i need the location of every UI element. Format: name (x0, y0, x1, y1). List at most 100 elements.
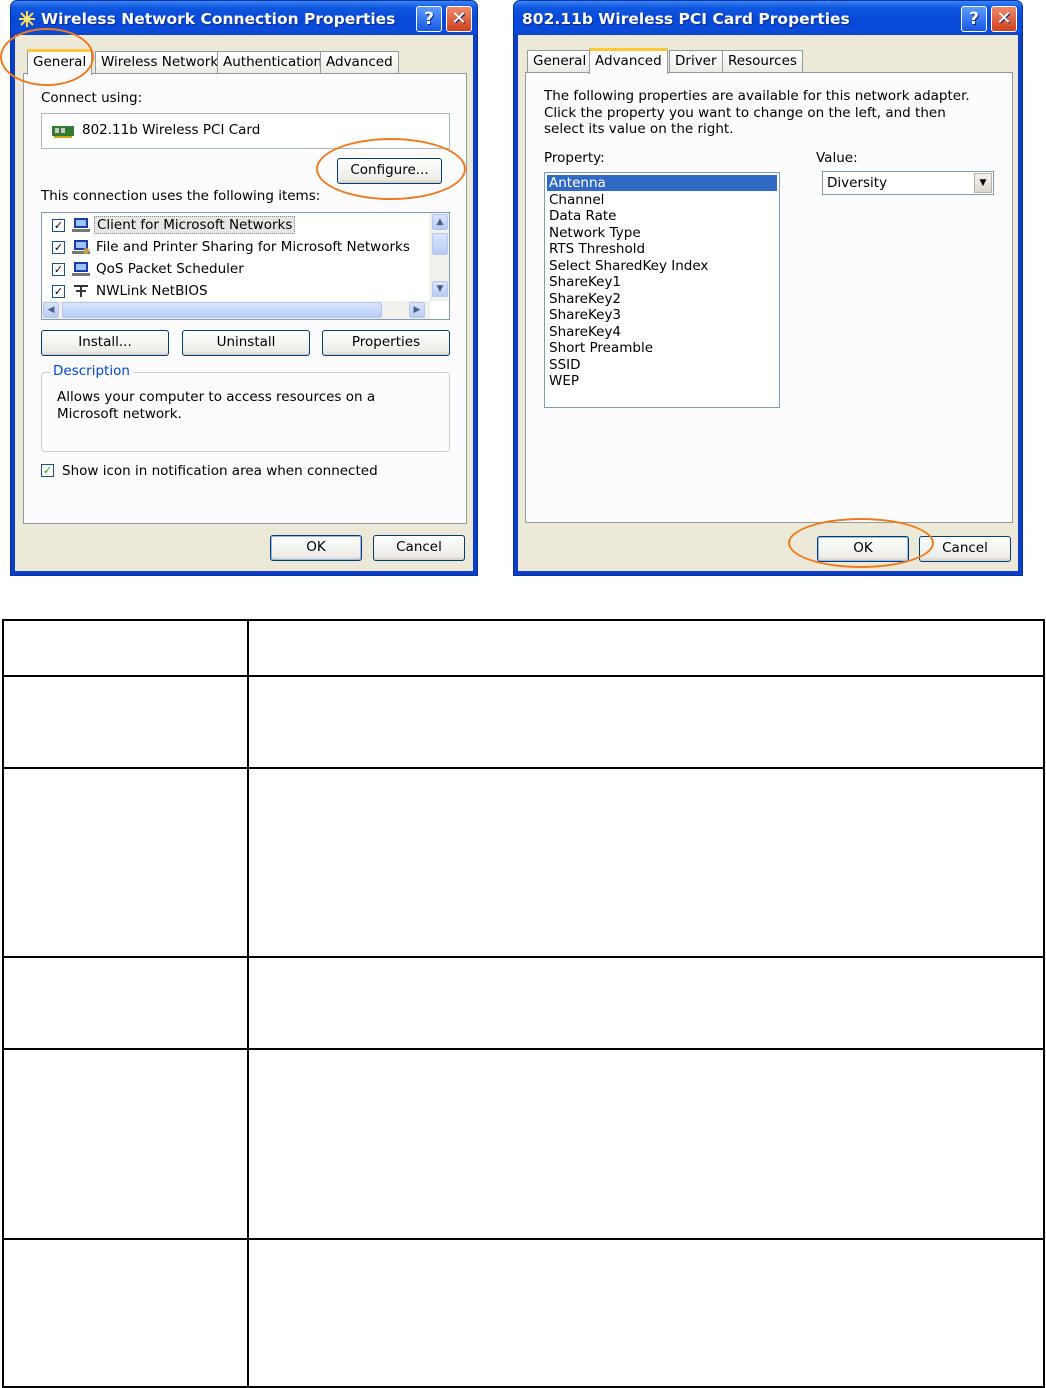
cancel-button-label: Cancel (396, 539, 442, 555)
show-icon-checkbox[interactable]: ✓ (41, 464, 54, 477)
property-label: Property: (544, 150, 605, 166)
help-button[interactable]: ? (416, 6, 442, 32)
connect-using-label: Connect using: (41, 90, 143, 106)
scroll-thumb[interactable] (432, 233, 448, 255)
components-list[interactable]: ✓ Client for Microsoft Networks ✓ File a… (41, 212, 450, 320)
window-title: Wireless Network Connection Properties (41, 10, 396, 28)
list-item[interactable]: ✓ QoS Packet Scheduler (50, 260, 430, 280)
value-label: Value: (816, 150, 858, 166)
items-label: This connection uses the following items… (41, 188, 321, 204)
vertical-scrollbar[interactable]: ▲ ▼ (430, 213, 449, 301)
configure-button[interactable]: Configure... (337, 158, 442, 184)
ok-button[interactable]: OK (817, 536, 909, 562)
connection-properties-window: Wireless Network Connection Properties ?… (10, 0, 478, 576)
table-cell (247, 675, 1045, 769)
tab-general[interactable]: General (27, 49, 93, 75)
list-item[interactable]: ✓ NWLink NetBIOS (50, 282, 430, 302)
cancel-button[interactable]: Cancel (373, 535, 465, 561)
uninstall-button[interactable]: Uninstall (182, 330, 310, 356)
list-item[interactable]: Channel (549, 192, 604, 208)
list-item[interactable]: SSID (549, 357, 581, 373)
scroll-up-icon[interactable]: ▲ (432, 214, 448, 230)
description-group: Description Allows your computer to acce… (41, 363, 450, 452)
table-cell (2, 767, 249, 958)
tab-driver[interactable]: Driver (669, 50, 723, 72)
adapter-name: 802.11b Wireless PCI Card (82, 122, 261, 138)
list-item[interactable]: ShareKey1 (549, 274, 621, 290)
cancel-button[interactable]: Cancel (919, 536, 1011, 562)
list-item-label: NWLink NetBIOS (96, 283, 208, 299)
value-dropdown[interactable]: Diversity ▼ (822, 171, 994, 195)
chevron-down-icon[interactable]: ▼ (974, 173, 992, 193)
scroll-left-icon[interactable]: ◀ (43, 302, 59, 318)
list-item[interactable]: ✓ Client for Microsoft Networks (50, 216, 430, 236)
ok-button-label: OK (853, 540, 873, 556)
list-item[interactable]: Data Rate (549, 208, 616, 224)
checkbox[interactable]: ✓ (52, 241, 65, 254)
table-cell (2, 619, 249, 677)
table-cell (247, 619, 1045, 677)
network-card-icon (52, 126, 74, 138)
dialog-body: General Wireless Networks Authentication… (15, 35, 473, 571)
list-item[interactable]: ShareKey2 (549, 291, 621, 307)
tab-advanced[interactable]: Advanced (589, 48, 668, 74)
list-item[interactable]: Antenna (547, 175, 777, 191)
list-item[interactable]: Network Type (549, 225, 641, 241)
intro-text: The following properties are available f… (544, 88, 970, 137)
uninstall-button-label: Uninstall (216, 334, 276, 350)
property-list[interactable]: Antenna Channel Data Rate Network Type R… (544, 172, 780, 408)
list-item[interactable]: Select SharedKey Index (549, 258, 708, 274)
protocol-icon (74, 285, 88, 297)
cancel-button-label: Cancel (942, 540, 988, 556)
table-cell (247, 956, 1045, 1050)
description-legend: Description (50, 363, 133, 379)
checkbox[interactable]: ✓ (52, 285, 65, 298)
table-cell (247, 1238, 1045, 1388)
horizontal-scrollbar[interactable]: ◀ ▶ (42, 301, 430, 319)
list-item[interactable]: Short Preamble (549, 340, 653, 356)
checkbox[interactable]: ✓ (52, 263, 65, 276)
scroll-right-icon[interactable]: ▶ (409, 302, 425, 318)
list-item[interactable]: ShareKey4 (549, 324, 621, 340)
help-button[interactable]: ? (961, 6, 987, 32)
tab-general[interactable]: General (527, 50, 593, 72)
ok-button[interactable]: OK (270, 535, 362, 561)
network-client-icon (72, 218, 90, 232)
table-row (2, 1048, 1045, 1240)
file-sharing-icon (72, 240, 90, 254)
table-row (2, 619, 1045, 677)
list-item[interactable]: WEP (549, 373, 579, 389)
install-button[interactable]: Install... (41, 330, 169, 356)
table-cell (2, 1048, 249, 1240)
tab-wireless-networks[interactable]: Wireless Networks (95, 51, 232, 73)
list-item[interactable]: ✓ File and Printer Sharing for Microsoft… (50, 238, 430, 258)
tab-resources[interactable]: Resources (722, 50, 803, 72)
table-cell (247, 767, 1045, 958)
advanced-tab-page: The following properties are available f… (525, 72, 1013, 523)
close-button[interactable]: ✕ (446, 6, 472, 32)
description-text: Allows your computer to access resources… (57, 389, 376, 422)
close-button[interactable]: ✕ (991, 6, 1017, 32)
scroll-down-icon[interactable]: ▼ (432, 281, 448, 297)
table-cell (2, 675, 249, 769)
properties-button[interactable]: Properties (322, 330, 450, 356)
list-item-label: QoS Packet Scheduler (96, 261, 244, 277)
title-bar[interactable]: 802.11b Wireless PCI Card Properties ? ✕ (514, 1, 1022, 35)
general-tab-page: Connect using: 802.11b Wireless PCI Card… (23, 73, 467, 524)
tab-authentication[interactable]: Authentication (217, 51, 329, 73)
tab-advanced[interactable]: Advanced (320, 51, 399, 73)
list-item-label: Client for Microsoft Networks (94, 216, 296, 234)
show-icon-label: Show icon in notification area when conn… (62, 463, 378, 479)
value-dropdown-text: Diversity (827, 175, 888, 191)
install-button-label: Install... (78, 334, 132, 350)
title-bar[interactable]: Wireless Network Connection Properties ?… (11, 1, 477, 35)
table-row (2, 956, 1045, 1050)
scroll-thumb[interactable] (62, 302, 382, 318)
table-cell (2, 1238, 249, 1388)
dialog-body: General Advanced Driver Resources The fo… (518, 35, 1018, 571)
list-item[interactable]: RTS Threshold (549, 241, 645, 257)
window-title: 802.11b Wireless PCI Card Properties (522, 10, 850, 28)
checkbox[interactable]: ✓ (52, 219, 65, 232)
list-item[interactable]: ShareKey3 (549, 307, 621, 323)
table-cell (247, 1048, 1045, 1240)
